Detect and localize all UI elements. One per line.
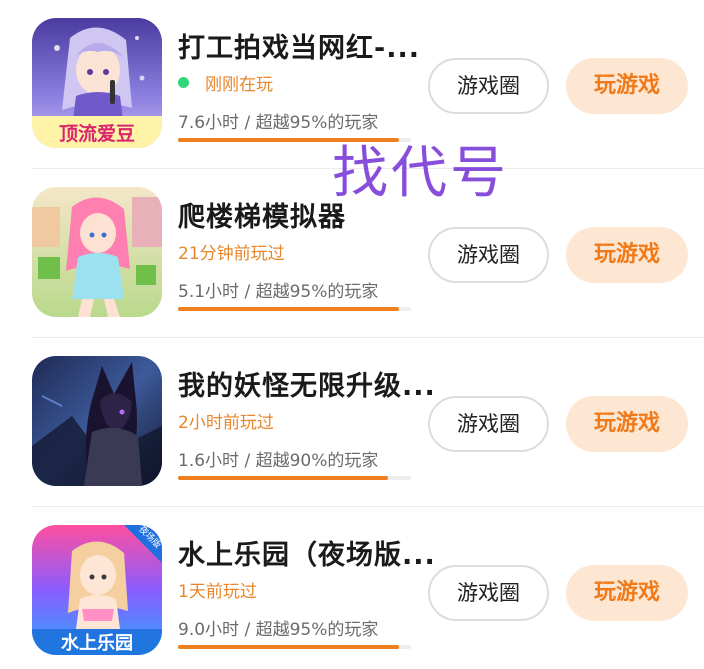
game-thumbnail[interactable] — [32, 187, 162, 317]
game-title[interactable]: 打工拍戏当网红-... — [178, 26, 420, 65]
play-status: 1天前玩过 — [178, 577, 257, 602]
progress-bar-fill — [178, 476, 388, 480]
progress-bar — [178, 645, 411, 649]
progress-bar — [178, 476, 411, 480]
play-status-text: 刚刚在玩 — [205, 75, 273, 95]
game-circle-button[interactable]: 游戏圈 — [428, 396, 549, 452]
game-row[interactable]: 夜场版 水上乐园 水上乐园（夜场版... 1天前玩过 9.0小时 / 超越95%… — [0, 507, 704, 669]
svg-text:顶流爱豆: 顶流爱豆 — [59, 122, 135, 145]
played-games-list: 顶流爱豆 打工拍戏当网红-... 刚刚在玩 7.6小时 / 超越95%的玩家 游… — [0, 0, 704, 669]
game-title[interactable]: 我的妖怪无限升级... — [178, 364, 436, 403]
play-status-text: 1天前玩过 — [178, 582, 257, 602]
progress-bar — [178, 307, 411, 311]
play-status-text: 2小时前玩过 — [178, 413, 274, 433]
play-status: 刚刚在玩 — [178, 70, 273, 95]
idol-singer-icon: 顶流爱豆 — [32, 18, 162, 148]
svg-text:水上乐园: 水上乐园 — [61, 632, 133, 654]
watermark-text: 找代号 — [332, 141, 509, 206]
game-thumbnail[interactable] — [32, 356, 162, 486]
game-circle-button[interactable]: 游戏圈 — [428, 227, 549, 283]
play-stats: 9.0小时 / 超越95%的玩家 — [178, 620, 379, 640]
dark-fox-warrior-icon — [32, 356, 162, 486]
game-circle-button[interactable]: 游戏圈 — [428, 565, 549, 621]
online-dot-icon — [178, 77, 189, 88]
game-title[interactable]: 爬楼梯模拟器 — [178, 195, 346, 234]
play-game-button[interactable]: 玩游戏 — [566, 565, 688, 621]
play-game-button[interactable]: 玩游戏 — [566, 227, 688, 283]
play-status: 21分钟前玩过 — [178, 239, 285, 264]
play-status-text: 21分钟前玩过 — [178, 244, 285, 264]
play-game-button[interactable]: 玩游戏 — [566, 58, 688, 114]
game-circle-button[interactable]: 游戏圈 — [428, 58, 549, 114]
game-thumbnail[interactable]: 夜场版 水上乐园 — [32, 525, 162, 655]
play-stats: 1.6小时 / 超越90%的玩家 — [178, 451, 379, 471]
progress-bar-fill — [178, 645, 400, 649]
pink-hair-girl-icon — [32, 187, 162, 317]
play-status: 2小时前玩过 — [178, 408, 274, 433]
play-game-button[interactable]: 玩游戏 — [566, 396, 688, 452]
water-park-girl-icon: 夜场版 水上乐园 — [32, 525, 162, 655]
play-stats: 5.1小时 / 超越95%的玩家 — [178, 282, 379, 302]
game-thumbnail[interactable]: 顶流爱豆 — [32, 18, 162, 148]
game-row[interactable]: 我的妖怪无限升级... 2小时前玩过 1.6小时 / 超越90%的玩家 游戏圈 … — [0, 338, 704, 507]
game-title[interactable]: 水上乐园（夜场版... — [178, 533, 436, 572]
progress-bar-fill — [178, 307, 400, 311]
